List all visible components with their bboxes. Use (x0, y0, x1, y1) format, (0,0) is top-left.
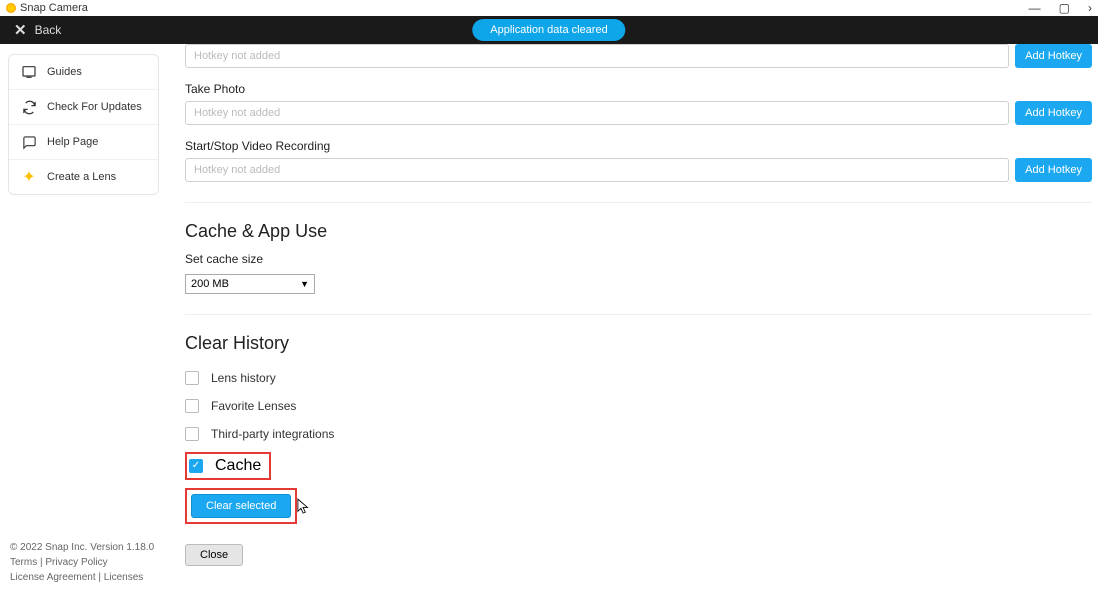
window-title: Snap Camera (20, 2, 88, 14)
footer: © 2022 Snap Inc. Version 1.18.0 Terms | … (8, 534, 159, 591)
footer-link-licenses[interactable]: Licenses (104, 572, 143, 583)
sidebar-item-label: Help Page (47, 136, 98, 148)
hotkey-input-photo[interactable]: Hotkey not added (185, 101, 1009, 125)
highlight-cache: ✓ Cache (185, 452, 271, 480)
check-label: Cache (215, 457, 261, 475)
footer-link-terms[interactable]: Terms (10, 557, 37, 568)
sidebar-item-label: Create a Lens (47, 171, 116, 183)
footer-link-license[interactable]: License Agreement (10, 572, 96, 583)
app-icon (6, 3, 16, 13)
check-row-lens-history[interactable]: Lens history (185, 364, 1092, 392)
star-icon: ✦ (21, 169, 37, 185)
copyright: © 2022 Snap Inc. Version 1.18.0 (10, 540, 157, 555)
hotkey-input-video[interactable]: Hotkey not added (185, 158, 1009, 182)
separator (185, 202, 1092, 203)
checkbox-favorite[interactable] (185, 399, 199, 413)
topbar: ✕ Back Application data cleared (0, 16, 1098, 44)
back-label: Back (35, 23, 62, 37)
back-button[interactable]: ✕ Back (0, 21, 75, 39)
video-label: Start/Stop Video Recording (185, 139, 1092, 153)
close-icon: ✕ (14, 21, 27, 39)
sidebar: Guides Check For Updates Help Page ✦ Cre… (8, 54, 159, 195)
sidebar-item-label: Guides (47, 66, 82, 78)
refresh-icon (21, 99, 37, 115)
add-hotkey-button-photo[interactable]: Add Hotkey (1015, 101, 1092, 125)
checkbox-cache[interactable]: ✓ (189, 459, 203, 473)
highlight-clear-selected: Clear selected (185, 488, 297, 524)
help-icon (21, 134, 37, 150)
cache-size-select[interactable]: 200 MB (185, 274, 315, 294)
more-button[interactable]: › (1088, 1, 1092, 15)
sidebar-item-help[interactable]: Help Page (9, 125, 158, 160)
add-hotkey-button-0[interactable]: Add Hotkey (1015, 44, 1092, 68)
checkbox-lens-history[interactable] (185, 371, 199, 385)
check-label: Third-party integrations (211, 427, 334, 441)
minimize-button[interactable]: — (1029, 1, 1041, 15)
sidebar-item-label: Check For Updates (47, 101, 142, 113)
clear-history-title: Clear History (185, 333, 1092, 354)
sidebar-item-create-lens[interactable]: ✦ Create a Lens (9, 160, 158, 194)
add-hotkey-button-video[interactable]: Add Hotkey (1015, 158, 1092, 182)
set-cache-label: Set cache size (185, 252, 1092, 266)
close-button[interactable]: Close (185, 544, 243, 566)
clear-selected-button[interactable]: Clear selected (191, 494, 291, 518)
checkbox-thirdparty[interactable] (185, 427, 199, 441)
check-row-favorite[interactable]: Favorite Lenses (185, 392, 1092, 420)
check-row-thirdparty[interactable]: Third-party integrations (185, 420, 1092, 448)
maximize-button[interactable]: ▢ (1059, 1, 1070, 15)
main-content: Hotkey not added Add Hotkey Take Photo H… (165, 44, 1098, 591)
cache-section-title: Cache & App Use (185, 221, 1092, 242)
separator (185, 314, 1092, 315)
take-photo-label: Take Photo (185, 82, 1092, 96)
sidebar-item-updates[interactable]: Check For Updates (9, 90, 158, 125)
cache-size-value: 200 MB (191, 278, 229, 290)
hotkey-input-0[interactable]: Hotkey not added (185, 44, 1009, 68)
guides-icon (21, 64, 37, 80)
toast-message: Application data cleared (472, 19, 625, 41)
window-controls: — ▢ › (1029, 1, 1092, 15)
titlebar: Snap Camera — ▢ › (0, 0, 1098, 16)
check-label: Favorite Lenses (211, 399, 296, 413)
cursor-icon (297, 498, 311, 516)
footer-link-privacy[interactable]: Privacy Policy (45, 557, 107, 568)
sidebar-item-guides[interactable]: Guides (9, 55, 158, 90)
check-label: Lens history (211, 371, 276, 385)
